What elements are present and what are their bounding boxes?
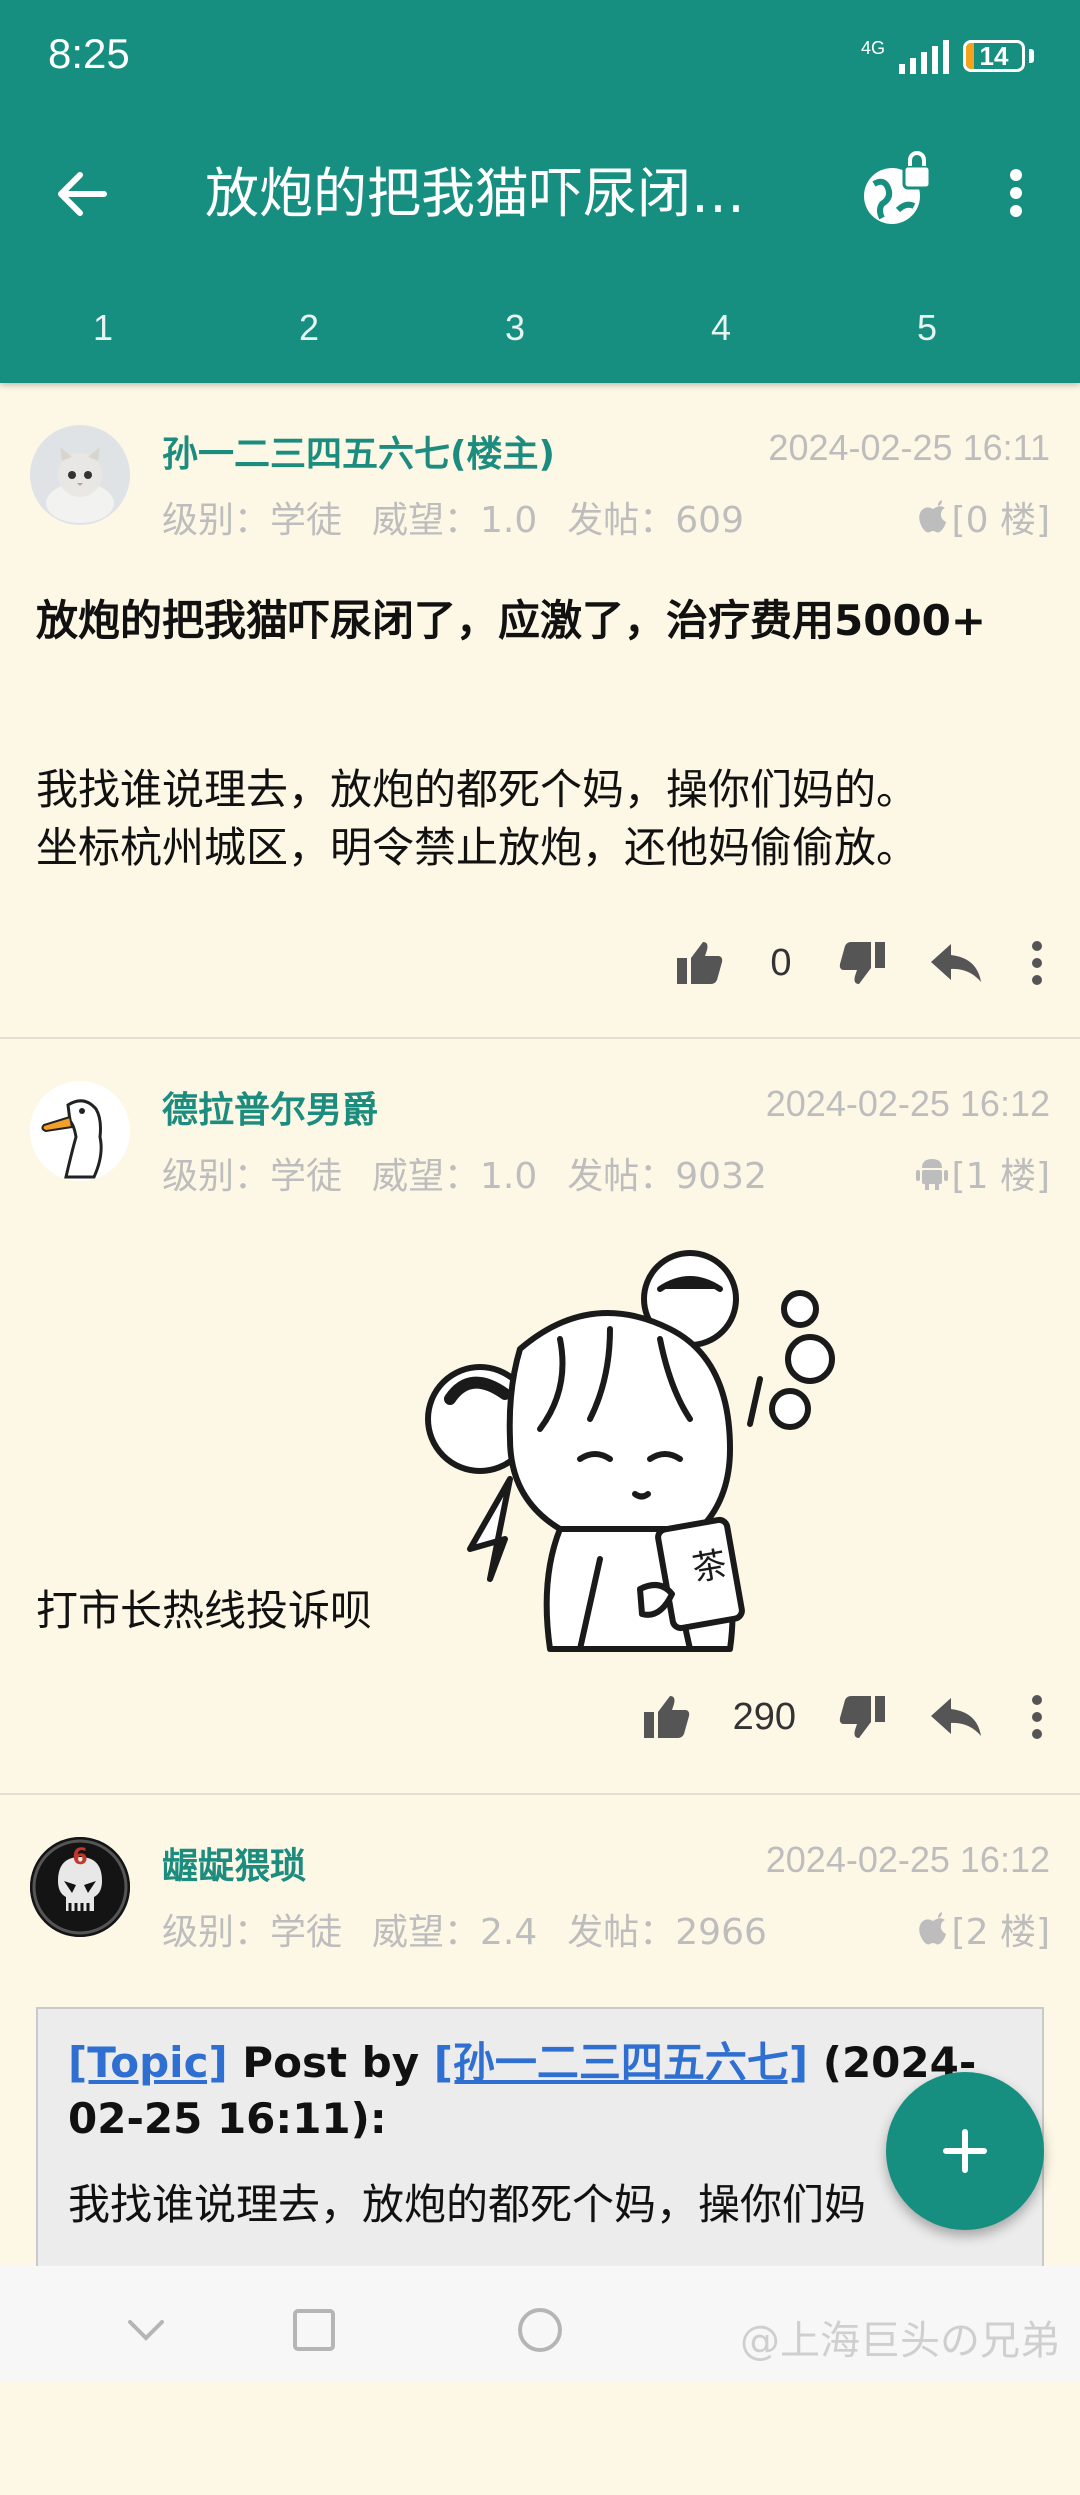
floor-label: [0 楼] xyxy=(918,491,1050,543)
post-title: 放炮的把我猫吓尿闭了，应激了，治疗费用5000+ xyxy=(36,596,987,645)
system-nav-bar: @上海巨头の兄弟 xyxy=(0,2266,1080,2382)
cat-avatar-icon xyxy=(30,425,130,525)
apple-icon xyxy=(918,1912,946,1945)
floor-number: [2 楼] xyxy=(951,1912,1050,1953)
new-reply-fab[interactable] xyxy=(886,2072,1044,2230)
more-vertical-icon xyxy=(1010,169,1022,217)
reply-icon xyxy=(931,944,981,982)
apple-icon xyxy=(918,500,946,533)
post-more-button[interactable] xyxy=(1022,935,1052,991)
toolbar: 放炮的把我猫吓尿闭… xyxy=(0,130,1080,250)
status-time: 8:25 xyxy=(48,30,130,77)
watermark: @上海巨头の兄弟 xyxy=(740,2318,1060,2364)
quote-body: 我找谁说理去，放炮的都死个妈，操你们妈 xyxy=(68,2180,867,2229)
dislike-button[interactable] xyxy=(834,1689,890,1745)
reply-button[interactable] xyxy=(928,1689,984,1745)
avatar[interactable]: 6 xyxy=(30,1837,130,1937)
floor-label: [2 楼] xyxy=(918,1903,1050,1955)
author-name[interactable]: 龌龊猥琐 xyxy=(162,1837,306,1889)
post-date: 2024-02-25 16:12 xyxy=(765,1839,1050,1880)
circle-icon xyxy=(518,2308,562,2352)
topic-link[interactable]: [Topic] xyxy=(68,2038,228,2087)
status-icons: 4G 14 xyxy=(861,34,1034,78)
author-meta: 级别：学徒 威望：1.0 发帖：9032 xyxy=(162,1147,797,1199)
reply-button[interactable] xyxy=(928,935,984,991)
post-actions: 290 xyxy=(639,1689,1052,1745)
body-line: 坐标杭州城区，明令禁止放炮，还他妈偷偷放。 xyxy=(36,823,919,872)
android-icon xyxy=(915,1159,948,1190)
arrow-left-icon xyxy=(58,172,107,216)
avatar-badge: 6 xyxy=(72,1845,88,1870)
thumb-up-icon xyxy=(677,942,723,984)
battery-icon: 14 xyxy=(963,40,1025,72)
post-floor-1: 德拉普尔男爵 2024-02-25 16:12 级别：学徒 威望：1.0 发帖：90… xyxy=(0,1039,1080,1795)
nav-collapse-button[interactable] xyxy=(116,2300,176,2360)
prestige-label: 威望：1.0 xyxy=(372,500,538,541)
floor-label: [1 楼] xyxy=(915,1147,1050,1199)
page-title: 放炮的把我猫吓尿闭… xyxy=(205,162,745,225)
more-options-button[interactable] xyxy=(990,160,1042,226)
plus-icon xyxy=(943,2129,987,2173)
thumb-down-icon xyxy=(839,942,885,984)
prestige-label: 威望：1.0 xyxy=(372,1156,538,1197)
author-name[interactable]: 德拉普尔男爵 xyxy=(162,1081,378,1133)
level-label: 级别：学徒 xyxy=(162,1912,343,1953)
posts-count-label: 发帖：609 xyxy=(567,500,744,541)
level-label: 级别：学徒 xyxy=(162,1156,343,1197)
quoted-user-link[interactable]: [孙一二三四五六七] xyxy=(434,2038,808,2087)
status-bar: 8:25 4G 14 xyxy=(0,0,1080,112)
like-count: 290 xyxy=(732,1695,796,1738)
tab-page-2[interactable]: 2 xyxy=(206,290,412,370)
prestige-label: 威望：2.4 xyxy=(372,1912,538,1953)
back-button[interactable] xyxy=(46,158,118,230)
more-vertical-icon xyxy=(1032,941,1042,985)
author-meta: 级别：学徒 威望：1.0 发帖：609 xyxy=(162,491,774,543)
author-meta: 级别：学徒 威望：2.4 发帖：2966 xyxy=(162,1903,797,1955)
post-date: 2024-02-25 16:12 xyxy=(765,1083,1050,1124)
post-actions: 0 xyxy=(672,935,1052,991)
posts-count-label: 发帖：9032 xyxy=(567,1156,767,1197)
floor-number: [0 楼] xyxy=(951,500,1050,541)
post-body: 打市长热线投诉呗 xyxy=(36,1586,373,1635)
battery-percent: 14 xyxy=(979,41,1009,71)
thumb-down-icon xyxy=(839,1696,885,1738)
avatar[interactable] xyxy=(30,1081,130,1181)
post-floor-0: 孙一二三四五六七(楼主) 2024-02-25 16:11 级别：学徒 威望：1.… xyxy=(0,383,1080,1039)
dislike-button[interactable] xyxy=(834,935,890,991)
more-vertical-icon xyxy=(1032,1695,1042,1739)
floor-number: [1 楼] xyxy=(951,1156,1050,1197)
posts-count-label: 发帖：2966 xyxy=(567,1912,767,1953)
network-type: 4G xyxy=(860,38,885,58)
quote-header: [Topic] Post by [孙一二三四五六七] (2024-02-25 1… xyxy=(68,2035,1012,2147)
goose-avatar-icon xyxy=(30,1081,130,1181)
nav-recents-button[interactable] xyxy=(284,2300,344,2360)
page-tabs: 1 2 3 4 5 xyxy=(0,290,1080,370)
like-button[interactable] xyxy=(639,1689,695,1745)
battery-cap xyxy=(1029,49,1034,63)
tab-page-5[interactable]: 5 xyxy=(824,290,1030,370)
tab-page-1[interactable]: 1 xyxy=(0,290,206,370)
thumb-up-icon xyxy=(643,1696,689,1738)
app-bar: 8:25 4G 14 放炮的把我猫吓尿闭… 1 2 3 4 5 xyxy=(0,0,1080,383)
post-more-button[interactable] xyxy=(1022,1689,1052,1745)
like-count: 0 xyxy=(770,941,792,984)
post-body: 我找谁说理去，放炮的都死个妈，操你们妈的。 坐标杭州城区，明令禁止放炮，还他妈偷… xyxy=(36,761,1046,877)
like-button[interactable] xyxy=(672,935,728,991)
reply-icon xyxy=(931,1698,981,1736)
nav-home-button[interactable] xyxy=(510,2300,570,2360)
body-line: 我找谁说理去，放炮的都死个妈，操你们妈的。 xyxy=(36,765,919,814)
quote-post-by: Post by xyxy=(227,2038,434,2087)
avatar[interactable] xyxy=(30,425,130,525)
tab-page-3[interactable]: 3 xyxy=(412,290,618,370)
signal-icon xyxy=(899,38,949,74)
globe-lock-button[interactable] xyxy=(858,150,938,230)
level-label: 级别：学徒 xyxy=(162,500,343,541)
square-icon xyxy=(293,2309,335,2351)
post-date: 2024-02-25 16:11 xyxy=(768,427,1050,468)
chevron-down-icon xyxy=(128,2320,164,2341)
globe-lock-icon xyxy=(864,151,932,224)
author-name[interactable]: 孙一二三四五六七(楼主) xyxy=(162,425,555,477)
tab-page-4[interactable]: 4 xyxy=(618,290,824,370)
